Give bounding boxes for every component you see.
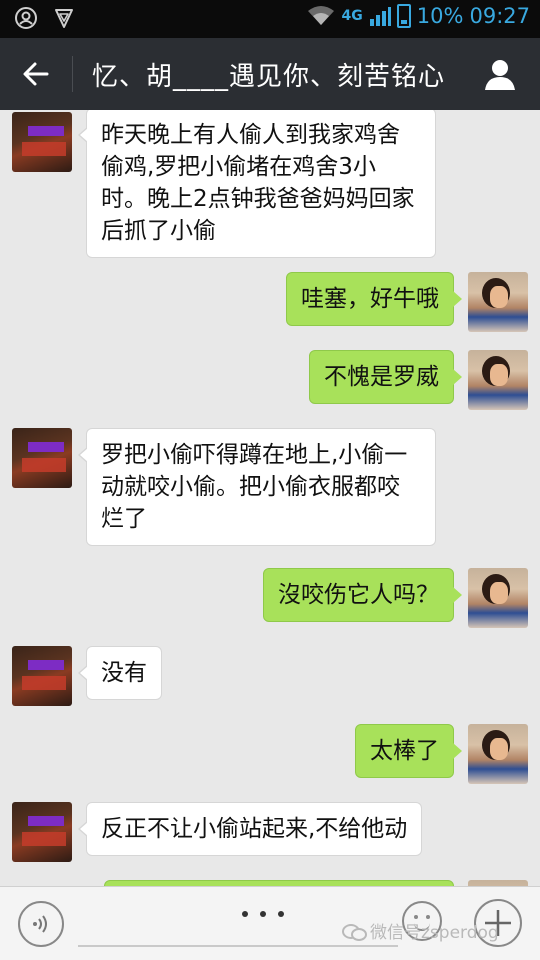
my-avatar[interactable] (468, 568, 528, 628)
wifi-icon (307, 6, 334, 25)
voice-icon (33, 915, 47, 933)
incoming-message[interactable]: 昨天晚上有人偷人到我家鸡舍偷鸡,罗把小偷堵在鸡舍3小时。晚上2点钟我爸爸妈妈回家… (78, 110, 436, 258)
outgoing-message[interactable]: 沒咬伤它人吗？ (263, 568, 462, 622)
arrow-left-icon (23, 62, 49, 86)
watermark: 微信号zsperdog (342, 918, 499, 943)
status-left-icons (14, 6, 76, 30)
page-indicator-dots (242, 911, 284, 917)
my-avatar[interactable] (468, 724, 528, 784)
status-bar: 4G 10% 09:27 (0, 0, 540, 38)
signal-icon (369, 7, 391, 26)
my-avatar[interactable] (468, 350, 528, 410)
shield-icon (55, 9, 73, 28)
contact-avatar[interactable] (12, 802, 72, 862)
header-divider (72, 56, 73, 92)
watermark-text: 微信号zsperdog (370, 923, 499, 943)
outgoing-message[interactable]: 太棒了 (355, 724, 462, 778)
my-avatar[interactable] (468, 272, 528, 332)
battery-percent: 10% (416, 4, 464, 28)
voice-input-button[interactable] (18, 901, 64, 947)
chat-info-button[interactable] (478, 52, 522, 96)
incoming-message[interactable]: 没有 (78, 646, 162, 700)
status-right-icons: 4G 10% 09:27 (306, 4, 530, 28)
contact-avatar[interactable] (12, 646, 72, 706)
incoming-message[interactable]: 罗把小偷吓得蹲在地上,小偷一动就咬小偷。把小偷衣服都咬烂了 (78, 428, 436, 546)
outgoing-message[interactable]: 不愧是罗威 (309, 350, 462, 404)
chat-message-list[interactable]: 昨天晚上有人偷人到我家鸡舍偷鸡,罗把小偷堵在鸡舍3小时。晚上2点钟我爸爸妈妈回家… (0, 110, 540, 886)
wechat-icon (342, 922, 367, 941)
contact-avatar[interactable] (12, 428, 72, 488)
chat-header: 忆、胡____遇见你、刻苦铭心 (0, 38, 540, 110)
person-icon (485, 60, 515, 90)
network-type: 4G (341, 8, 363, 24)
contact-avatar[interactable] (12, 112, 72, 172)
incoming-message[interactable]: 反正不让小偷站起来,不给他动 (77, 802, 423, 856)
chat-title: 忆、胡____遇见你、刻苦铭心 (92, 62, 446, 92)
message-input[interactable] (78, 945, 398, 947)
back-button[interactable] (14, 52, 58, 96)
clock: 09:27 (469, 4, 530, 28)
account-icon (15, 7, 37, 29)
outgoing-message[interactable]: 哇塞，好牛哦 (286, 272, 462, 326)
battery-icon (396, 4, 411, 28)
